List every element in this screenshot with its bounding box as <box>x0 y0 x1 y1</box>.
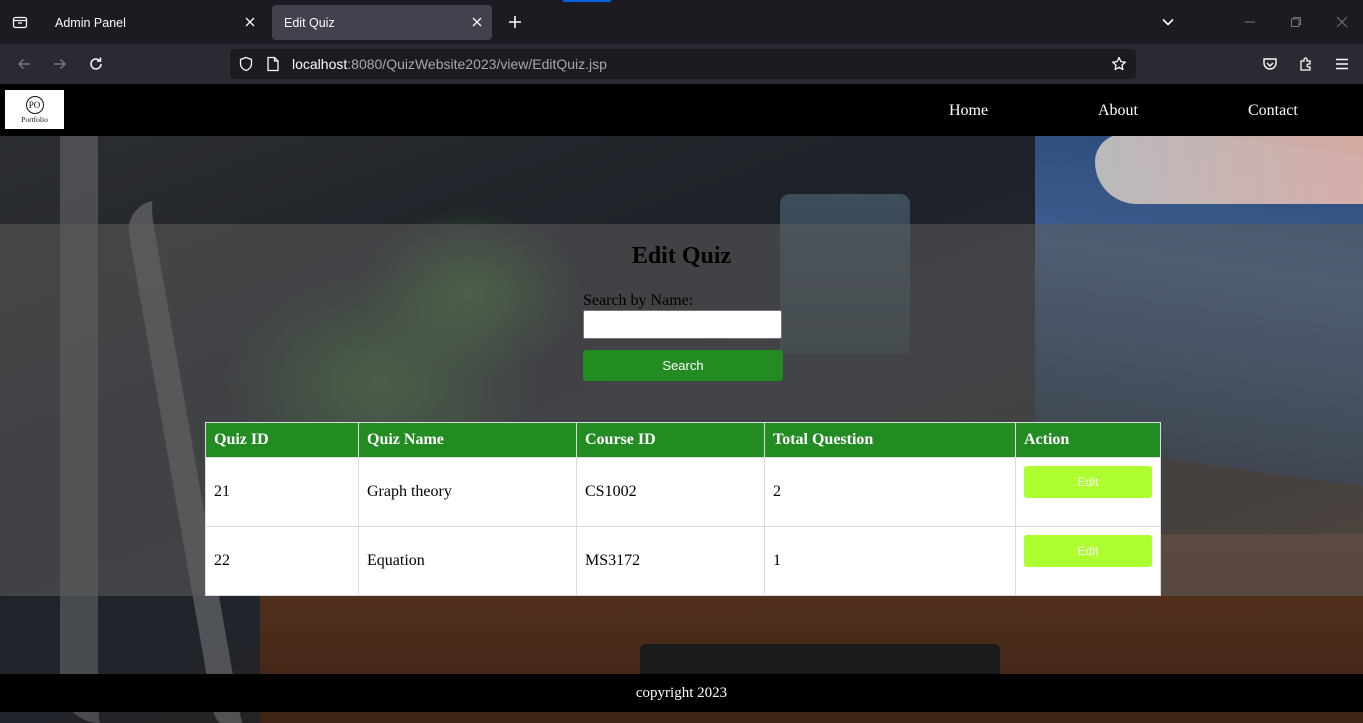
column-header-action: Action <box>1015 422 1161 458</box>
column-header-course-id: Course ID <box>576 422 765 458</box>
cell-course-id: CS1002 <box>576 457 765 527</box>
page-info-icon[interactable] <box>263 54 283 74</box>
site-header: PO Portfolio Home About Contact <box>0 84 1363 136</box>
cell-quiz-id: 22 <box>205 526 359 596</box>
page-title: Edit Quiz <box>631 243 732 269</box>
background-monitor-wallpaper <box>1095 134 1363 204</box>
site-footer: copyright 2023 <box>0 674 1363 712</box>
minimize-window-icon[interactable] <box>1238 10 1262 34</box>
close-tab-icon[interactable] <box>243 15 257 29</box>
copyright-text: copyright 2023 <box>635 685 728 701</box>
search-name-input[interactable] <box>583 310 782 339</box>
cell-action: Edit <box>1015 457 1161 527</box>
list-all-tabs-chevron-icon[interactable] <box>1156 10 1180 34</box>
tab-label: Admin Panel <box>55 15 126 30</box>
edit-button[interactable]: Edit <box>1024 535 1152 567</box>
table-row: 21 Graph theory CS1002 2 Edit <box>205 457 1161 527</box>
cell-quiz-name: Equation <box>358 526 577 596</box>
quiz-table: Quiz ID Quiz Name Course ID Total Questi… <box>205 422 1161 596</box>
tab-admin-panel[interactable]: Admin Panel <box>43 5 265 40</box>
hamburger-menu-icon[interactable] <box>1330 52 1354 76</box>
cell-total-question: 2 <box>764 457 1016 527</box>
cell-total-question: 1 <box>764 526 1016 596</box>
search-button[interactable]: Search <box>583 350 783 381</box>
tab-list-icon[interactable] <box>8 10 32 34</box>
tab-label: Edit Quiz <box>284 15 335 30</box>
column-header-quiz-name: Quiz Name <box>358 422 577 458</box>
forward-arrow-icon[interactable] <box>48 52 72 76</box>
tab-bar-accent <box>563 0 611 2</box>
page-viewport: PO Portfolio Home About Contact Edit Qui… <box>0 84 1363 723</box>
bookmark-star-icon[interactable] <box>1109 54 1129 74</box>
browser-tab-bar: Admin Panel Edit Quiz <box>0 0 1363 44</box>
column-header-quiz-id: Quiz ID <box>205 422 359 458</box>
cell-action: Edit <box>1015 526 1161 596</box>
browser-nav-bar: localhost:8080/QuizWebsite2023/view/Edit… <box>0 44 1363 84</box>
url-path: :8080/QuizWebsite2023/view/EditQuiz.jsp <box>347 56 607 72</box>
cell-quiz-name: Graph theory <box>358 457 577 527</box>
site-logo[interactable]: PO Portfolio <box>5 90 64 129</box>
restore-window-icon[interactable] <box>1284 10 1308 34</box>
address-bar[interactable]: localhost:8080/QuizWebsite2023/view/Edit… <box>230 49 1136 79</box>
extensions-puzzle-icon[interactable] <box>1294 52 1318 76</box>
shield-icon[interactable] <box>236 54 256 74</box>
column-header-total-question: Total Question <box>764 422 1016 458</box>
nav-link-home[interactable]: Home <box>949 102 988 120</box>
url-host: localhost <box>292 56 348 72</box>
new-tab-plus-icon[interactable] <box>503 10 527 34</box>
back-arrow-icon[interactable] <box>12 52 36 76</box>
nav-link-contact[interactable]: Contact <box>1248 102 1298 120</box>
close-window-icon[interactable] <box>1330 10 1354 34</box>
search-label: Search by Name: <box>583 292 694 309</box>
cell-quiz-id: 21 <box>205 457 359 527</box>
pocket-icon[interactable] <box>1258 52 1282 76</box>
url-text[interactable]: localhost:8080/QuizWebsite2023/view/Edit… <box>292 56 607 72</box>
nav-link-about[interactable]: About <box>1098 102 1138 120</box>
reload-icon[interactable] <box>84 52 108 76</box>
cell-course-id: MS3172 <box>576 526 765 596</box>
table-header-row: Quiz ID Quiz Name Course ID Total Questi… <box>205 422 1161 458</box>
logo-text: Portfolio <box>21 114 48 124</box>
tab-edit-quiz[interactable]: Edit Quiz <box>272 5 492 40</box>
edit-button[interactable]: Edit <box>1024 466 1152 498</box>
logo-monogram: PO <box>25 95 44 114</box>
table-row: 22 Equation MS3172 1 Edit <box>205 526 1161 596</box>
close-tab-icon[interactable] <box>470 15 484 29</box>
